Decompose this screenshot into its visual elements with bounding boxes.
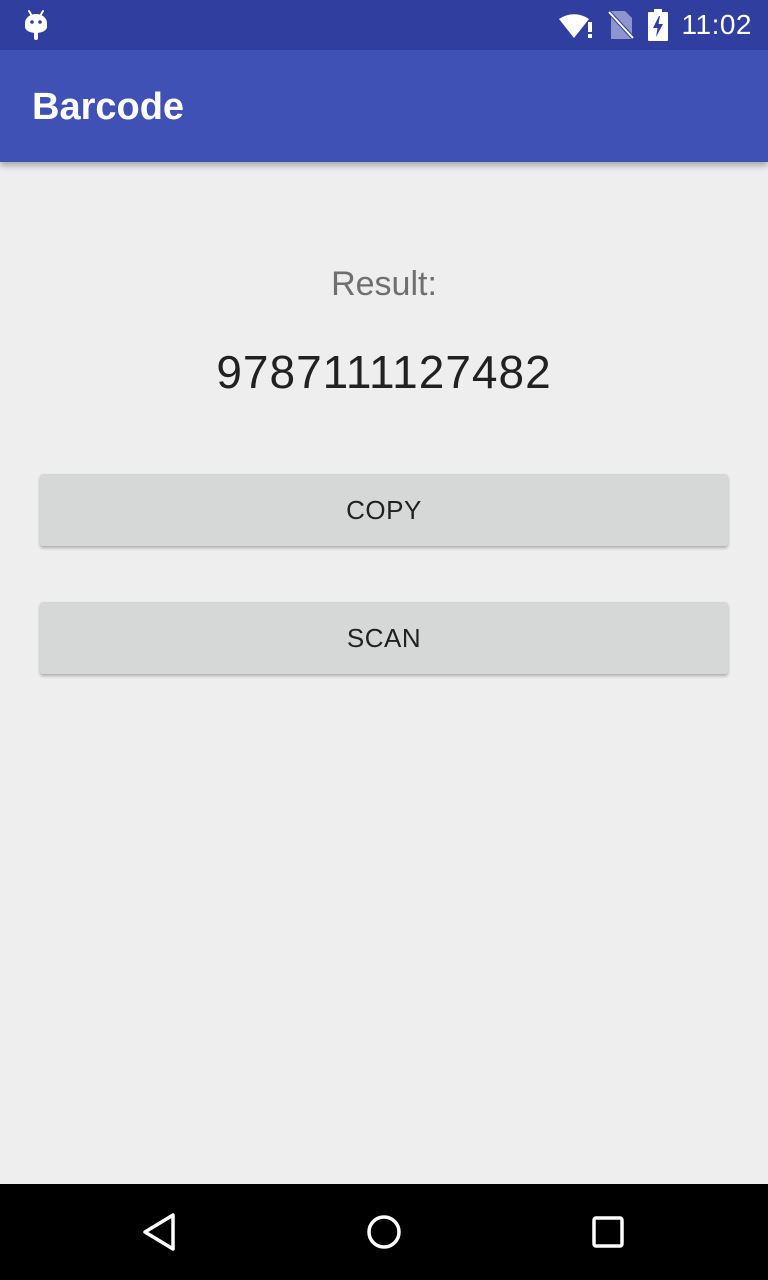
navigation-bar [0, 1184, 768, 1280]
result-value: 9787111127482 [216, 346, 552, 398]
no-sim-icon [607, 10, 634, 40]
status-time: 11:02 [681, 9, 752, 40]
home-icon[interactable] [360, 1208, 408, 1256]
app-bar: Barcode [0, 50, 768, 162]
scan-button[interactable]: SCAN [40, 602, 728, 674]
status-bar: 11:02 [0, 0, 768, 50]
copy-button[interactable]: COPY [40, 474, 728, 546]
back-icon[interactable] [136, 1208, 184, 1256]
recents-icon[interactable] [584, 1208, 632, 1256]
main-content: Result: 9787111127482 COPY SCAN [0, 162, 768, 1184]
battery-charging-icon [647, 9, 668, 41]
screen: 11:02 Barcode Result: 9787111127482 COPY… [0, 0, 768, 1280]
android-debug-icon [22, 9, 50, 41]
app-title: Barcode [32, 86, 185, 128]
wifi-icon [558, 10, 594, 40]
status-icons: 11:02 [558, 0, 753, 50]
result-label: Result: [331, 265, 437, 303]
